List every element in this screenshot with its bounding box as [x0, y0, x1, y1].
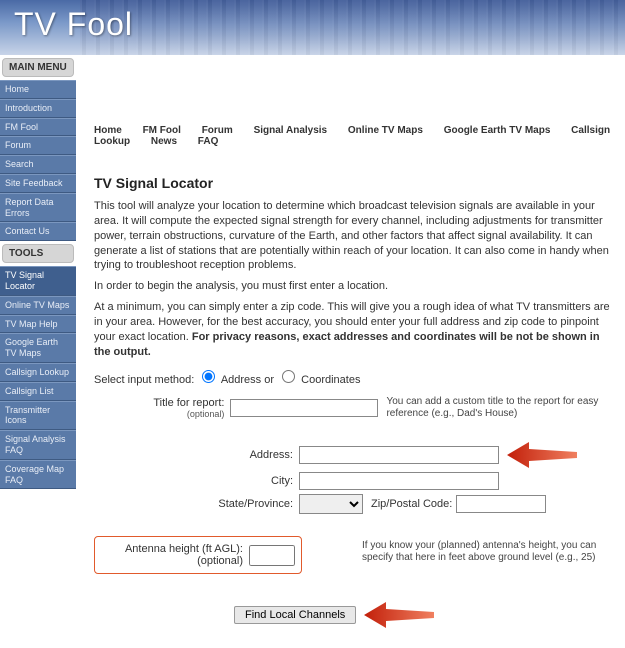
intro-p1: This tool will analyze your location to …	[94, 199, 613, 273]
state-select[interactable]	[299, 494, 363, 514]
antenna-optional: (optional)	[197, 555, 243, 567]
site-title: TV Fool	[0, 0, 625, 43]
radio-address-label: Address or	[221, 374, 274, 386]
title-optional: (optional)	[94, 409, 224, 419]
sidebar-item-search[interactable]: Search	[0, 155, 76, 174]
sidebar-item-fm-fool[interactable]: FM Fool	[0, 118, 76, 137]
radio-address[interactable]	[202, 370, 215, 383]
page-title: TV Signal Locator	[94, 175, 613, 191]
top-nav: Home FM Fool Forum Signal Analysis Onlin…	[94, 119, 613, 161]
nav-home[interactable]: Home	[94, 125, 122, 136]
antenna-box: Antenna height (ft AGL): (optional)	[94, 536, 302, 574]
intro-p2: In order to begin the analysis, you must…	[94, 279, 613, 294]
intro-p3: At a minimum, you can simply enter a zip…	[94, 300, 613, 359]
address-label: Address:	[250, 449, 293, 461]
sidebar-item-site-feedback[interactable]: Site Feedback	[0, 174, 76, 193]
sidebar-item-tv-signal-locator[interactable]: TV Signal Locator	[0, 266, 76, 296]
intro-text: This tool will analyze your location to …	[94, 199, 613, 359]
sidebar-item-report-errors[interactable]: Report Data Errors	[0, 193, 76, 223]
antenna-label: Antenna height (ft AGL):	[125, 543, 243, 555]
sidebar-item-online-tv-maps[interactable]: Online TV Maps	[0, 296, 76, 315]
sidebar-item-forum[interactable]: Forum	[0, 136, 76, 155]
zip-input[interactable]	[456, 495, 546, 513]
radio-coords[interactable]	[282, 370, 295, 383]
antenna-hint: If you know your (planned) antenna's hei…	[362, 540, 612, 564]
arrow-icon	[507, 442, 577, 468]
sidebar-tools-header: TOOLS	[2, 244, 74, 263]
city-input[interactable]	[299, 472, 499, 490]
sidebar-item-home[interactable]: Home	[0, 80, 76, 99]
antenna-input[interactable]	[249, 545, 295, 566]
sidebar-item-google-earth-maps[interactable]: Google Earth TV Maps	[0, 333, 76, 363]
nav-forum[interactable]: Forum	[202, 125, 233, 136]
sidebar-item-coverage-faq[interactable]: Coverage Map FAQ	[0, 460, 76, 490]
main-content: Home FM Fool Forum Signal Analysis Onlin…	[76, 55, 625, 648]
sidebar: MAIN MENU Home Introduction FM Fool Foru…	[0, 55, 76, 489]
sidebar-item-contact[interactable]: Contact Us	[0, 222, 76, 241]
sidebar-item-signal-faq[interactable]: Signal Analysis FAQ	[0, 430, 76, 460]
sidebar-item-transmitter-icons[interactable]: Transmitter Icons	[0, 401, 76, 431]
state-label: State/Province:	[218, 498, 293, 510]
header-banner: TV Fool	[0, 0, 625, 55]
sidebar-item-tv-map-help[interactable]: TV Map Help	[0, 315, 76, 334]
sidebar-item-callsign-lookup[interactable]: Callsign Lookup	[0, 363, 76, 382]
title-label: Title for report:	[153, 397, 224, 409]
sidebar-item-introduction[interactable]: Introduction	[0, 99, 76, 118]
nav-google-earth-maps[interactable]: Google Earth TV Maps	[444, 125, 551, 136]
find-channels-button[interactable]: Find Local Channels	[234, 606, 356, 624]
nav-signal-analysis[interactable]: Signal Analysis	[254, 125, 328, 136]
nav-news[interactable]: News	[151, 136, 177, 147]
select-method-label: Select input method:	[94, 374, 194, 386]
title-input[interactable]	[230, 399, 378, 417]
nav-online-tv-maps[interactable]: Online TV Maps	[348, 125, 423, 136]
sidebar-item-callsign-list[interactable]: Callsign List	[0, 382, 76, 401]
nav-fm-fool[interactable]: FM Fool	[143, 125, 181, 136]
sidebar-main-header: MAIN MENU	[2, 58, 74, 77]
zip-label: Zip/Postal Code:	[371, 498, 452, 510]
title-hint: You can add a custom title to the report…	[386, 396, 613, 420]
nav-faq[interactable]: FAQ	[198, 136, 219, 147]
address-input[interactable]	[299, 446, 499, 464]
city-label: City:	[271, 475, 293, 487]
input-method-row: Select input method: Address or Coordina…	[94, 367, 613, 386]
arrow-icon	[364, 602, 434, 628]
radio-coords-label: Coordinates	[301, 374, 360, 386]
